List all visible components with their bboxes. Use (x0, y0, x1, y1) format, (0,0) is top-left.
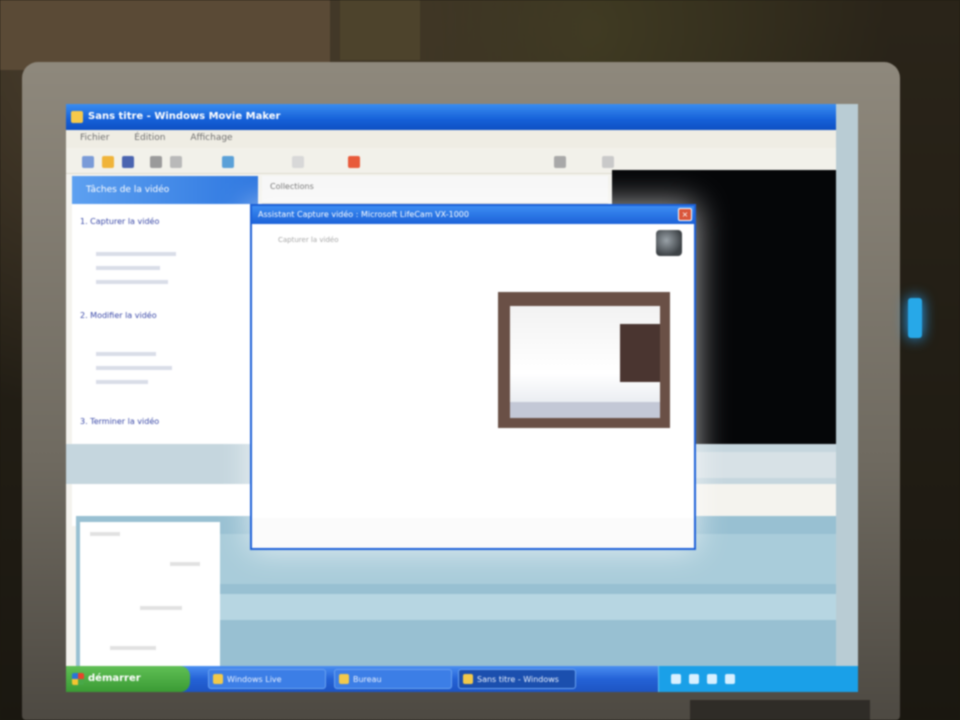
tasks-pane-header: Tâches de la vidéo (72, 176, 258, 204)
task-link[interactable] (96, 366, 172, 370)
network-icon[interactable] (671, 674, 681, 684)
task-link[interactable] (96, 252, 176, 256)
taskbar-button-desktop[interactable]: Bureau (334, 669, 452, 689)
laptop-power-led (908, 298, 922, 338)
wall-background-mid (340, 0, 420, 60)
start-button[interactable]: démarrer (66, 666, 190, 692)
close-button[interactable]: × (678, 208, 692, 221)
task-link[interactable] (96, 280, 168, 284)
taskbar: démarrer Windows Live Bureau Sans titre … (66, 666, 858, 692)
open-project-icon[interactable] (102, 156, 114, 168)
menu-view[interactable]: Affichage (190, 133, 232, 143)
view-options-icon[interactable] (554, 156, 566, 168)
task-section-finish[interactable]: 3. Terminer la vidéo (80, 416, 250, 427)
preview-image-floor (510, 402, 660, 418)
video-capture-dialog: Assistant Capture vidéo : Microsoft Life… (250, 204, 696, 550)
movie-maker-icon (463, 674, 473, 684)
collection-up-icon[interactable] (348, 156, 360, 168)
task-link[interactable] (96, 380, 148, 384)
dialog-subtitle: Capturer la vidéo (278, 236, 339, 244)
undo-icon[interactable] (150, 156, 162, 168)
tasks-icon[interactable] (222, 156, 234, 168)
system-tray (658, 666, 858, 692)
taskbar-button-label: Bureau (353, 675, 382, 684)
webcam-icon (656, 230, 682, 256)
track-label (140, 606, 182, 610)
wall-background (0, 0, 330, 70)
timeline-seek-bar[interactable] (686, 452, 836, 478)
folder-icon (339, 674, 349, 684)
menu-bar: Fichier Édition Affichage (66, 130, 836, 148)
taskbar-button-label: Windows Live (227, 675, 282, 684)
webcam-preview-image (510, 306, 660, 418)
app-icon (213, 674, 223, 684)
dialog-title-bar[interactable]: Assistant Capture vidéo : Microsoft Life… (252, 206, 694, 224)
task-section-capture[interactable]: 1. Capturer la vidéo (80, 216, 250, 227)
taskbar-button-movie-maker[interactable]: Sans titre - Windows (458, 669, 576, 689)
collection-label: Collections (270, 182, 314, 191)
laptop-screen: Sans titre - Windows Movie Maker Fichier… (66, 104, 858, 692)
task-link[interactable] (96, 266, 160, 270)
redo-icon[interactable] (170, 156, 182, 168)
volume-icon[interactable] (689, 674, 699, 684)
window-title: Sans titre - Windows Movie Maker (88, 111, 281, 122)
window-title-bar[interactable]: Sans titre - Windows Movie Maker (66, 104, 836, 130)
collection-pane: Collections (262, 176, 608, 204)
new-project-icon[interactable] (82, 156, 94, 168)
menu-edit[interactable]: Édition (134, 133, 165, 143)
webcam-preview (496, 290, 672, 430)
help-icon[interactable] (602, 156, 614, 168)
task-section-edit[interactable]: 2. Modifier la vidéo (80, 310, 250, 321)
movie-maker-icon (71, 111, 83, 123)
task-link[interactable] (96, 352, 156, 356)
battery-icon[interactable] (725, 674, 735, 684)
taskbar-button-label: Sans titre - Windows (477, 675, 559, 684)
track-label (170, 562, 200, 566)
start-label: démarrer (88, 673, 141, 684)
save-icon[interactable] (122, 156, 134, 168)
track-label (110, 646, 156, 650)
track-labels-panel (80, 522, 220, 667)
collections-icon[interactable] (292, 156, 304, 168)
windows-logo-icon (72, 673, 84, 685)
menu-file[interactable]: Fichier (80, 133, 109, 143)
laptop-base (690, 700, 870, 720)
track-label (90, 532, 120, 536)
dialog-title: Assistant Capture vidéo : Microsoft Life… (258, 210, 469, 219)
security-icon[interactable] (707, 674, 717, 684)
taskbar-button-live[interactable]: Windows Live (208, 669, 326, 689)
dialog-button-row (252, 518, 694, 548)
audio-track[interactable] (216, 594, 836, 620)
preview-image-shadow (620, 324, 660, 382)
